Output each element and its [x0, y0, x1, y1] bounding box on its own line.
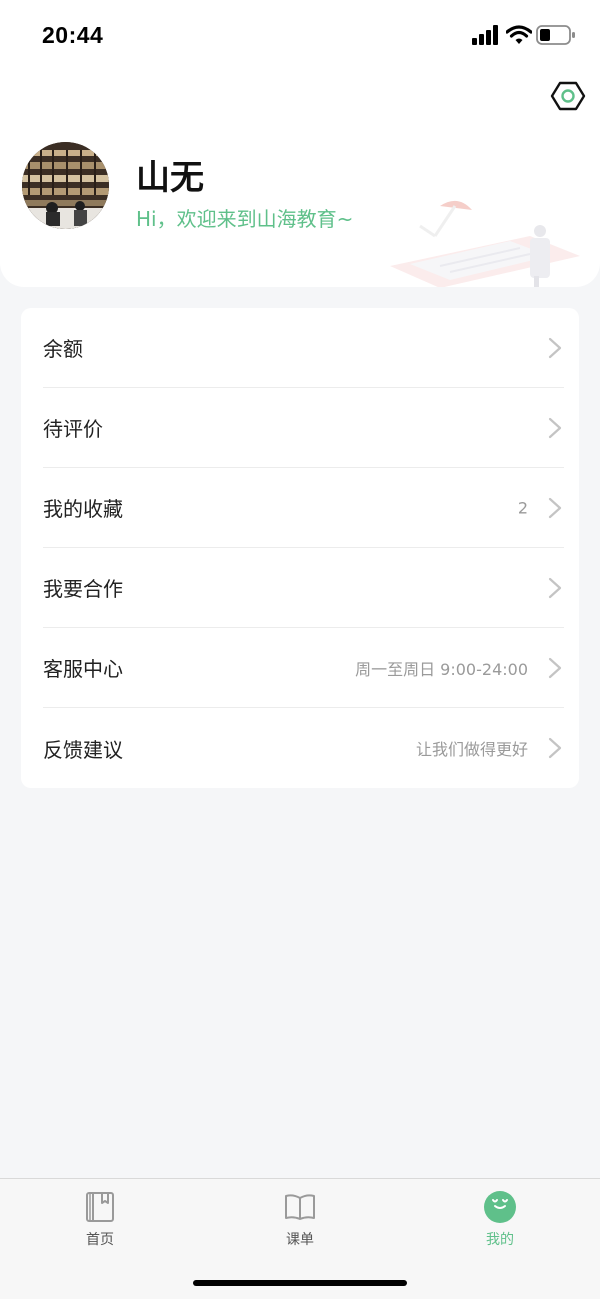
- home-indicator: [193, 1280, 407, 1286]
- status-bar: 20:44: [0, 0, 600, 70]
- notebook-icon: [86, 1192, 114, 1222]
- menu-item-pending-review[interactable]: 待评价: [43, 388, 564, 468]
- menu-item-label: 待评价: [43, 417, 103, 441]
- settings-icon[interactable]: [550, 78, 586, 114]
- battery-icon: [536, 25, 575, 45]
- chevron-right-icon: [548, 657, 562, 678]
- menu-item-favorites[interactable]: 我的收藏 2: [43, 468, 564, 548]
- feedback-hint: 让我们做得更好: [415, 740, 528, 759]
- menu-item-label: 我的收藏: [43, 497, 123, 521]
- menu-item-balance[interactable]: 余额: [43, 308, 564, 388]
- menu-item-label: 反馈建议: [43, 737, 123, 762]
- tab-course-list[interactable]: 课单: [240, 1179, 360, 1259]
- avatar[interactable]: [22, 142, 109, 229]
- menu-list: 余额 待评价 我的收藏 2 我要合作 客服中心 周一至周日 9:00-24:00…: [21, 308, 579, 788]
- chevron-right-icon: [548, 737, 562, 759]
- tab-label: 首页: [86, 1232, 114, 1248]
- smiley-face-icon: [484, 1191, 516, 1223]
- avatar-bookshelf-photo: [22, 142, 109, 229]
- chevron-right-icon: [548, 417, 562, 438]
- menu-item-label: 客服中心: [43, 657, 123, 681]
- menu-item-feedback[interactable]: 反馈建议 让我们做得更好: [43, 708, 564, 788]
- tab-mine[interactable]: 我的: [440, 1179, 560, 1259]
- menu-item-label: 余额: [43, 337, 83, 361]
- profile-header: 20:44 山无 Hi，欢迎来到山海教育~: [0, 0, 600, 287]
- chevron-right-icon: [548, 337, 562, 358]
- signal-icon: [472, 25, 498, 45]
- menu-item-cooperation[interactable]: 我要合作: [43, 548, 564, 628]
- menu-item-customer-service[interactable]: 客服中心 周一至周日 9:00-24:00: [43, 628, 564, 708]
- tab-home[interactable]: 首页: [40, 1179, 160, 1259]
- wifi-icon: [506, 25, 532, 44]
- reading-desk-illustration: [390, 200, 580, 287]
- menu-item-label: 我要合作: [43, 577, 123, 601]
- tab-label: 我的: [486, 1232, 514, 1248]
- service-hours: 周一至周日 9:00-24:00: [355, 659, 528, 679]
- username: 山无: [136, 158, 204, 198]
- open-book-icon: [285, 1194, 315, 1220]
- tab-label: 课单: [286, 1232, 314, 1248]
- chevron-right-icon: [548, 497, 562, 518]
- favorites-count: 2: [517, 498, 528, 517]
- greeting-text: Hi，欢迎来到山海教育~: [136, 207, 354, 231]
- status-time: 20:44: [42, 22, 104, 48]
- chevron-right-icon: [548, 577, 562, 598]
